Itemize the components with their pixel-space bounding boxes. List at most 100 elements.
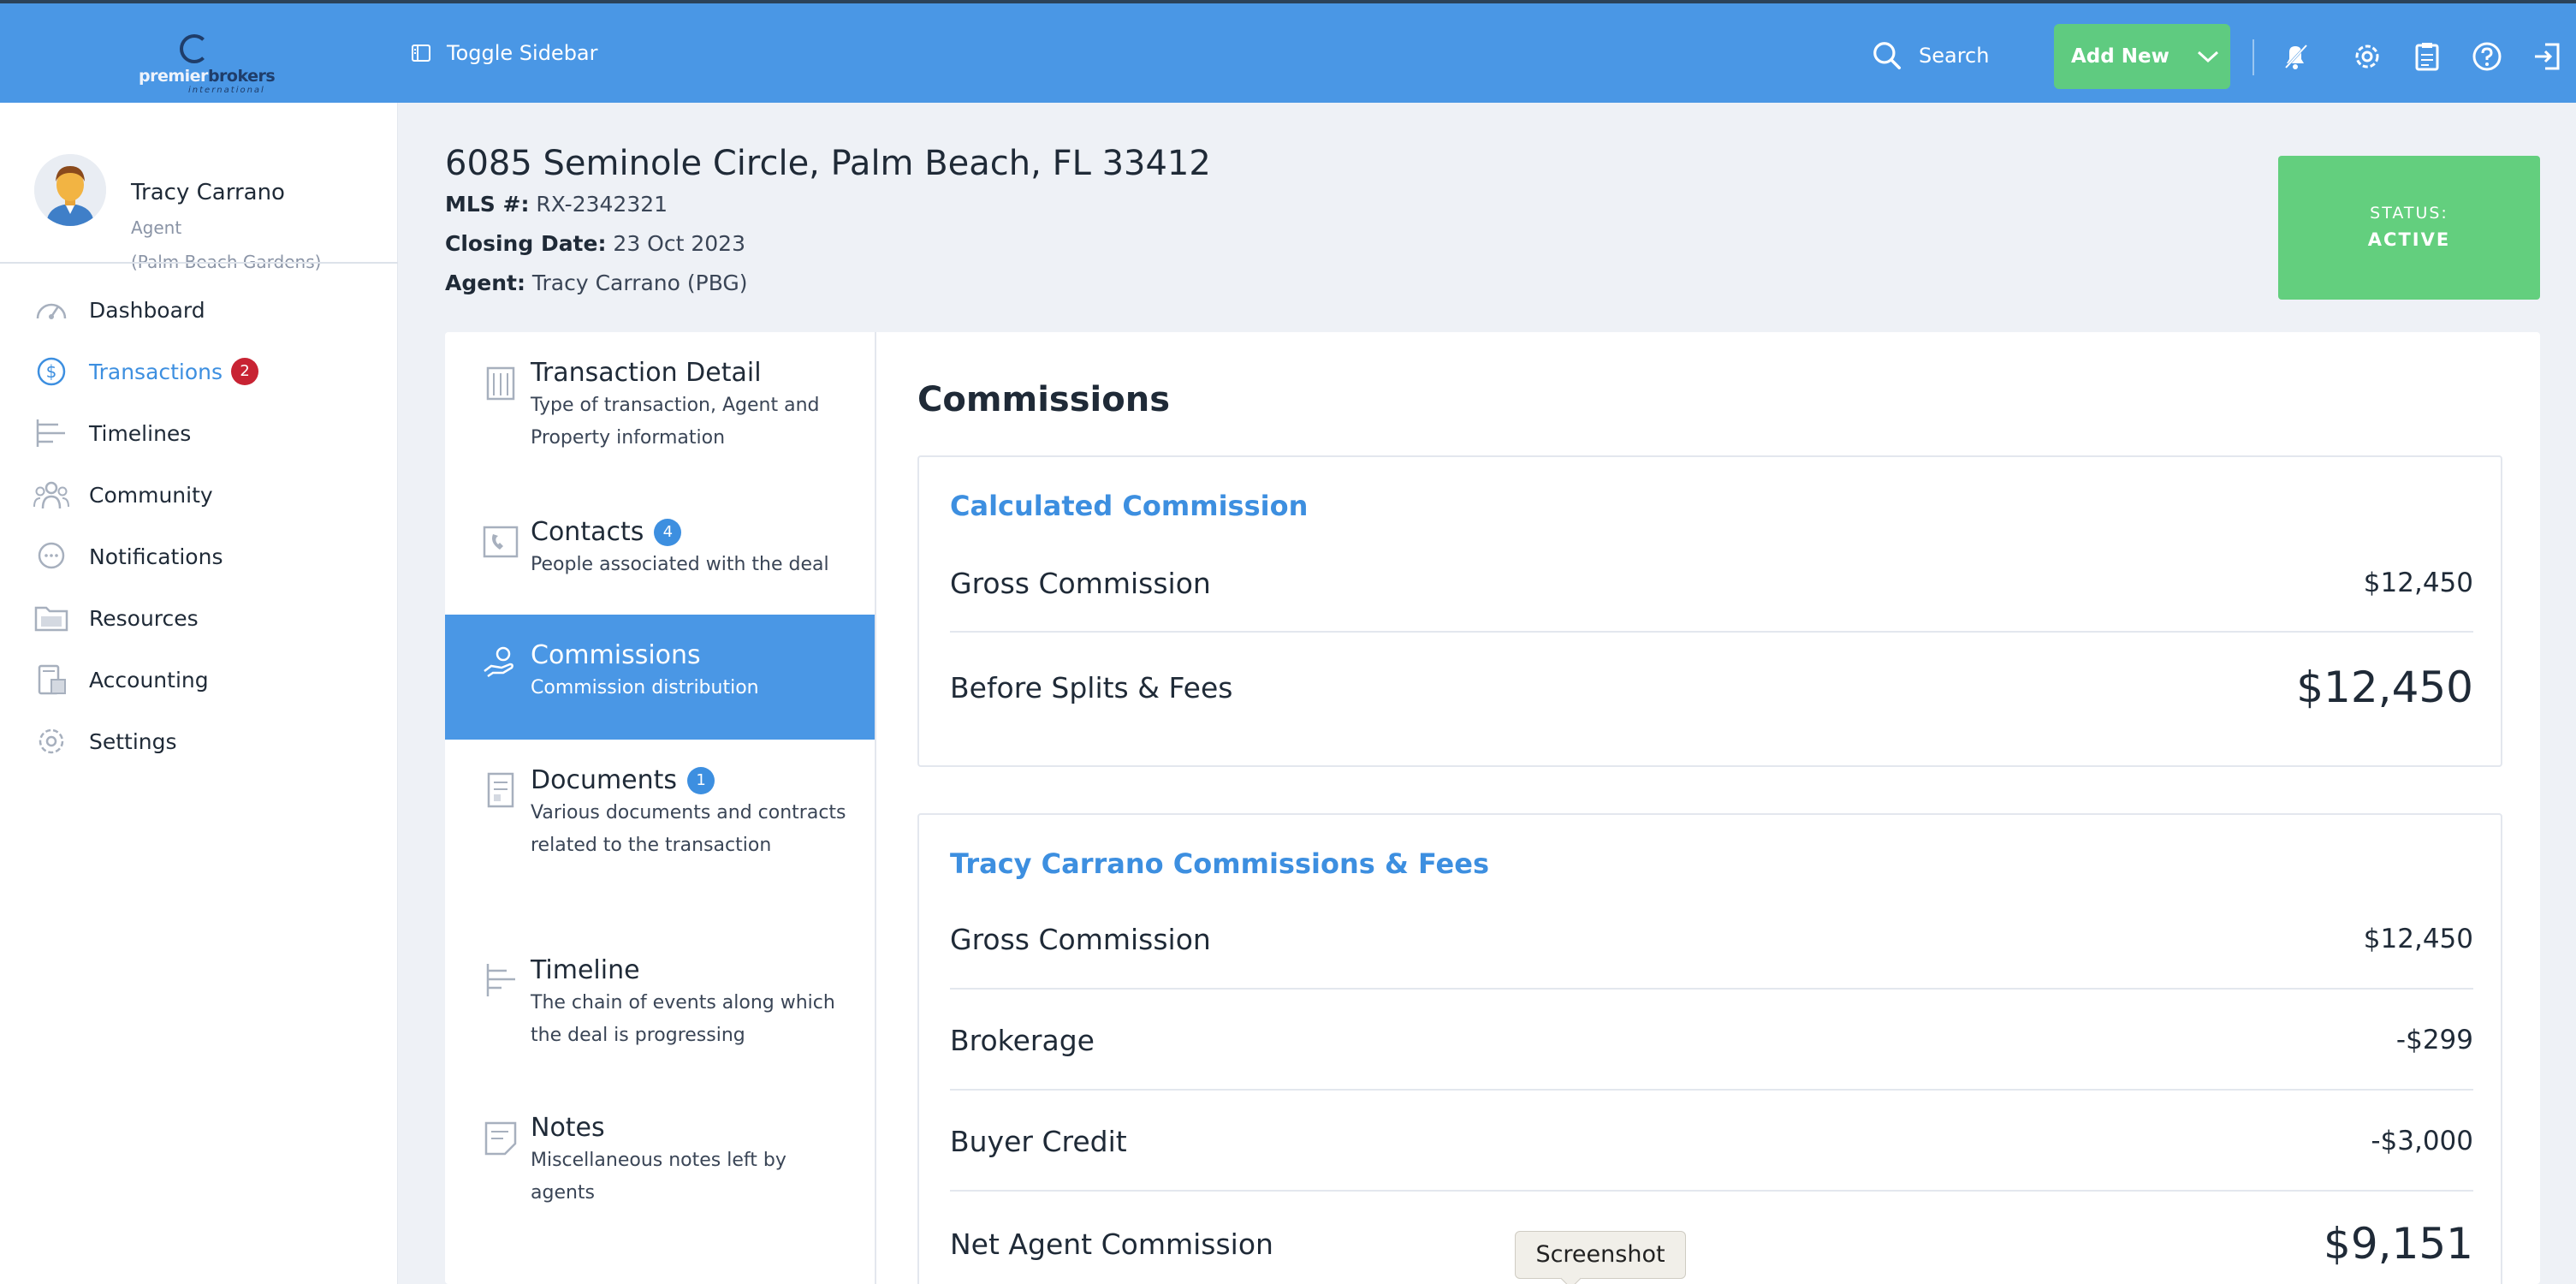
row-label: Gross Commission [950,566,1211,600]
sidebar-item-resources[interactable]: Resources [33,601,199,635]
sidebar-item-community[interactable]: Community [33,478,213,512]
commission-row: Buyer Credit -$3,000 [950,1120,2473,1162]
sidebar-item-accounting[interactable]: Accounting [33,663,209,697]
tab-notes[interactable]: Notes Miscellaneous notes left by agents [445,1113,875,1216]
tab-title: Notes [531,1113,605,1143]
commission-row: Gross Commission $12,450 [950,562,2473,604]
tab-description: Type of transaction, Agent and Property … [531,395,820,449]
bell-slash-icon[interactable] [2278,39,2312,74]
toggle-sidebar-button[interactable]: Toggle Sidebar [411,41,598,65]
card-heading: Tracy Carrano Commissions & Fees [950,847,1489,880]
clipboard-icon[interactable] [2410,39,2444,74]
tab-description: Miscellaneous notes left by agents [531,1150,786,1204]
search-label: Search [1919,44,1990,68]
row-value-total: $9,151 [2324,1219,2473,1269]
sidebar-divider [0,262,398,264]
commission-row: Gross Commission $12,450 [950,918,2473,960]
sidebar-item-timelines[interactable]: Timelines [33,416,191,450]
logo-subtitle: international [188,86,265,95]
row-divider [950,631,2473,633]
timeline-icon [36,419,65,447]
row-value: $12,450 [2363,568,2473,598]
commission-row: Brokerage -$299 [950,1019,2473,1061]
sidebar-item-label: Resources [89,605,199,631]
sidebar-item-label: Transactions [89,359,223,384]
sidebar-item-label: Accounting [89,667,209,693]
commissions-content: Commissions Calculated Commission Gross … [917,332,2540,1284]
transaction-subnav: Transaction Detail Type of transaction, … [445,332,876,1284]
note-icon [484,1121,517,1156]
sidebar-item-label: Settings [89,728,177,754]
row-label: Before Splits & Fees [950,670,1233,704]
toolbar-divider [2253,39,2254,75]
row-label: Gross Commission [950,922,1211,956]
sidebar-icon [412,45,430,62]
tab-description: Various documents and contracts related … [531,802,846,856]
row-divider [950,1190,2473,1192]
agent-info: Agent: Tracy Carrano (PBG) [445,270,748,295]
transaction-panel: Transaction Detail Type of transaction, … [445,332,2540,1284]
sidebar-item-label: Notifications [89,544,223,569]
tab-title: Documents 1 [531,765,875,795]
calculated-commission-card: Calculated Commission Gross Commission $… [917,455,2502,767]
document-icon [487,772,514,808]
tab-contacts[interactable]: Contacts 4 People associated with the dea… [445,517,875,611]
tab-timeline[interactable]: Timeline The chain of events along which… [445,955,875,1058]
page-title: Commissions [917,380,1170,419]
brand-logo[interactable]: premierbrokers international [137,34,276,95]
status-label: STATUS: [2370,204,2448,223]
svg-text:$: $ [46,361,57,382]
tab-description: Commission distribution [531,677,759,698]
building-icon [486,366,515,401]
tab-title: Transaction Detail [531,358,762,388]
sidebar: Tracy Carrano Agent (Palm Beach Gardens)… [0,103,398,1284]
sidebar-item-label: Timelines [89,420,192,446]
property-address: 6085 Seminole Circle, Palm Beach, FL 334… [445,144,1211,183]
status-value: ACTIVE [2367,229,2451,250]
sidebar-item-transactions[interactable]: $ Transactions 2 [33,354,259,389]
tab-transaction-detail[interactable]: Transaction Detail Type of transaction, … [445,358,875,486]
row-divider [950,1089,2473,1091]
commission-row: Net Agent Commission $9,151 [950,1214,2473,1274]
gear-icon[interactable] [2350,39,2384,74]
row-value: -$299 [2395,1025,2473,1055]
sidebar-item-label: Community [89,482,213,508]
chat-bubble-icon [38,542,65,569]
row-value: $12,450 [2363,924,2473,954]
tab-description: People associated with the deal [531,554,829,575]
avatar [34,154,106,226]
user-name: Tracy Carrano [131,180,285,205]
tab-commissions[interactable]: Commissions Commission distribution [445,615,875,740]
sidebar-item-dashboard[interactable]: Dashboard [33,293,205,327]
phone-book-icon [483,526,519,558]
card-heading: Calculated Commission [950,490,1309,522]
status-badge: STATUS: ACTIVE [2278,156,2540,300]
hand-coin-icon [484,646,513,678]
contacts-count-badge: 4 [654,518,682,546]
chevron-down-icon [2197,51,2218,63]
gear-icon [39,728,64,754]
logout-icon[interactable] [2530,39,2564,74]
tab-description: The chain of events along which the deal… [531,992,835,1046]
row-divider [950,988,2473,990]
search-icon [1873,42,1901,69]
row-label: Buyer Credit [950,1124,1127,1158]
logo-wordmark: premierbrokers [139,67,276,86]
row-label: Brokerage [950,1023,1095,1057]
tab-title: Commissions [531,640,701,670]
sidebar-item-notifications[interactable]: Notifications [33,539,223,574]
help-icon[interactable] [2470,39,2504,74]
sidebar-item-settings[interactable]: Settings [33,724,177,758]
tab-documents[interactable]: Documents 1 Various documents and contrac… [445,765,875,902]
person-avatar-icon [34,154,106,226]
row-label: Net Agent Commission [950,1227,1273,1261]
screenshot-tooltip: Screenshot [1515,1231,1686,1279]
search-button[interactable]: Search [1871,39,1989,72]
add-new-button[interactable]: Add New [2054,24,2230,89]
commission-row: Before Splits & Fees $12,450 [950,657,2473,717]
transactions-count-badge: 2 [231,358,259,385]
agent-commission-card: Tracy Carrano Commissions & Fees Gross C… [917,813,2502,1284]
calculator-icon [38,664,66,695]
tab-title: Contacts 4 [531,517,875,547]
dollar-circle-icon: $ [37,357,66,386]
